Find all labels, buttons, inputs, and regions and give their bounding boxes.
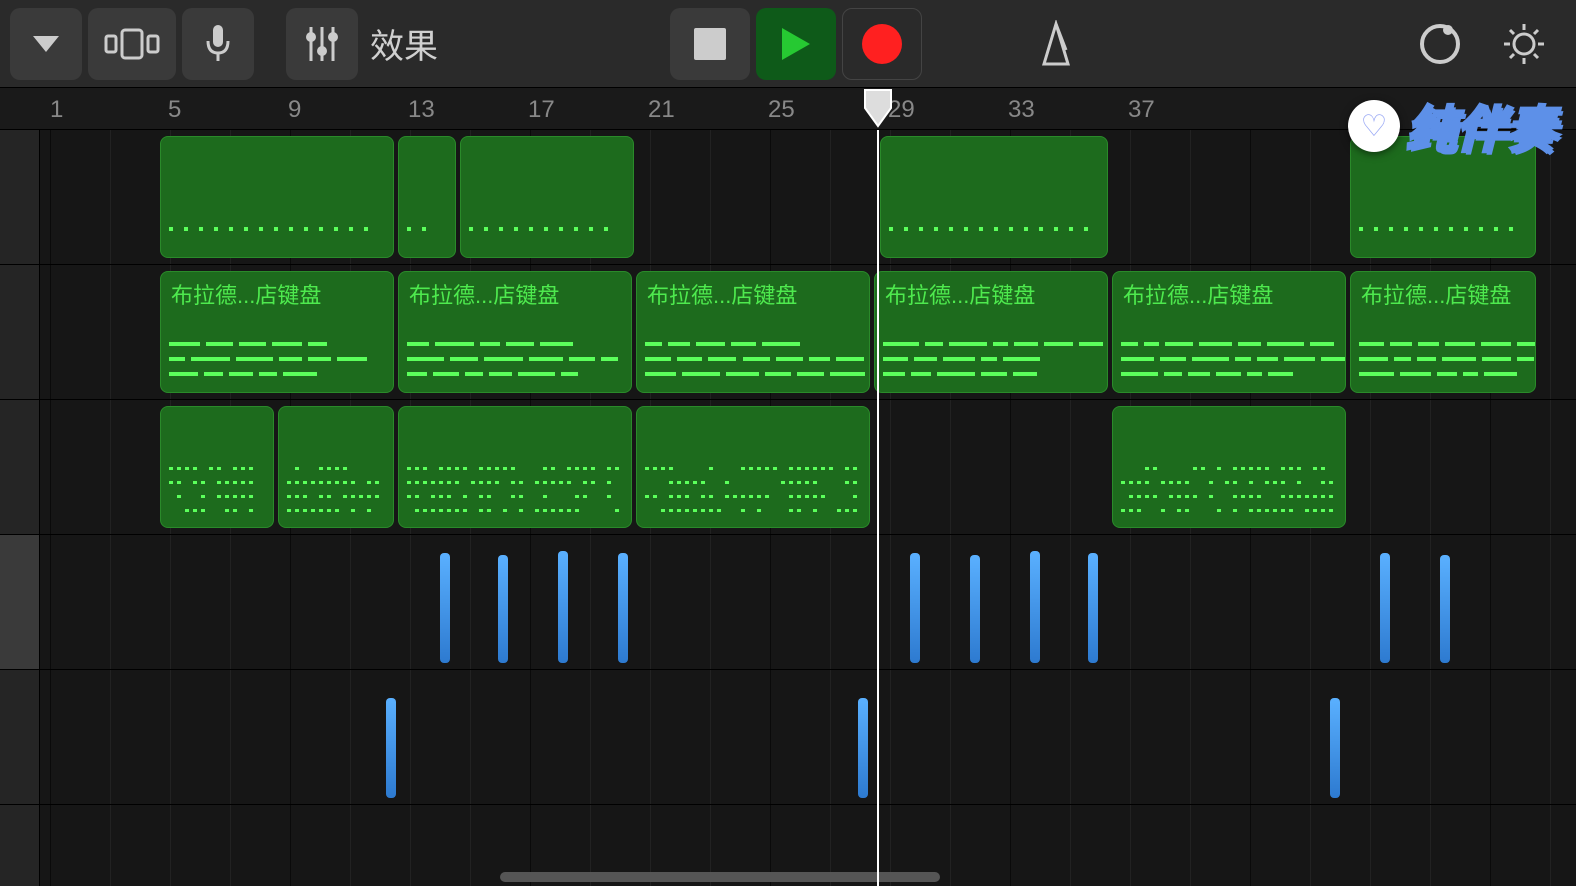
track-header[interactable] <box>0 535 39 670</box>
midi-region[interactable] <box>160 136 394 258</box>
ruler-tick: 9 <box>288 96 301 124</box>
audio-event[interactable] <box>1030 551 1040 663</box>
midi-region[interactable]: 布拉德...店键盘 <box>874 271 1108 393</box>
tracks-canvas[interactable]: 布拉德...店键盘布拉德...店键盘布拉德...店键盘布拉德...店键盘布拉德.… <box>40 130 1576 886</box>
play-button[interactable] <box>756 8 836 80</box>
region-label: 布拉德...店键盘 <box>637 272 869 316</box>
watermark-overlay: ♡ 纯伴奏 <box>1348 90 1556 162</box>
ruler-tick: 33 <box>1008 96 1035 124</box>
mixer-button[interactable] <box>286 8 358 80</box>
ruler-tick: 25 <box>768 96 795 124</box>
audio-event[interactable] <box>1088 553 1098 663</box>
record-button[interactable] <box>842 8 922 80</box>
audio-event[interactable] <box>910 553 920 663</box>
audio-event[interactable] <box>1380 553 1390 663</box>
audio-event[interactable] <box>498 555 508 663</box>
track-header[interactable] <box>0 130 39 265</box>
audio-event[interactable] <box>858 698 868 798</box>
loop-button[interactable] <box>1418 22 1462 66</box>
track-row[interactable]: 布拉德...店键盘布拉德...店键盘布拉德...店键盘布拉德...店键盘布拉德.… <box>40 265 1576 400</box>
track-row[interactable] <box>40 130 1576 265</box>
midi-region[interactable]: 布拉德...店键盘 <box>1350 271 1536 393</box>
stop-button[interactable] <box>670 8 750 80</box>
track-header[interactable] <box>0 265 39 400</box>
audio-event[interactable] <box>440 553 450 663</box>
midi-region[interactable] <box>398 406 632 528</box>
midi-region[interactable] <box>460 136 634 258</box>
heart-icon: ♡ <box>1348 100 1400 152</box>
audio-event[interactable] <box>1440 555 1450 663</box>
audio-event[interactable] <box>970 555 980 663</box>
region-label: 布拉德...店键盘 <box>399 272 631 316</box>
region-label: 布拉德...店键盘 <box>875 272 1107 316</box>
track-headers <box>0 130 40 886</box>
timeline-ruler[interactable]: 15913172125293337 <box>0 88 1576 130</box>
audio-event[interactable] <box>558 551 568 663</box>
horizontal-scrollbar[interactable] <box>500 872 940 882</box>
ruler-tick: 37 <box>1128 96 1155 124</box>
effects-label[interactable]: 效果 <box>370 19 438 68</box>
midi-region[interactable] <box>1112 406 1346 528</box>
midi-region[interactable]: 布拉德...店键盘 <box>1112 271 1346 393</box>
ruler-tick: 13 <box>408 96 435 124</box>
ruler-tick: 17 <box>528 96 555 124</box>
transport-controls <box>670 8 922 80</box>
ruler-tick: 1 <box>50 96 63 124</box>
midi-region[interactable] <box>880 136 1108 258</box>
track-header[interactable] <box>0 400 39 535</box>
region-label: 布拉德...店键盘 <box>1351 272 1535 316</box>
region-label: 布拉德...店键盘 <box>1113 272 1345 316</box>
midi-region[interactable]: 布拉德...店键盘 <box>398 271 632 393</box>
metronome-button[interactable] <box>1034 20 1078 68</box>
region-label: 布拉德...店键盘 <box>161 272 393 316</box>
track-row[interactable] <box>40 400 1576 535</box>
watermark-text: 纯伴奏 <box>1406 90 1556 162</box>
view-menu-button[interactable] <box>10 8 82 80</box>
ruler-tick: 21 <box>648 96 675 124</box>
midi-region[interactable] <box>278 406 394 528</box>
midi-region[interactable] <box>636 406 870 528</box>
settings-button[interactable] <box>1502 22 1546 66</box>
midi-region[interactable]: 布拉德...店键盘 <box>636 271 870 393</box>
track-row[interactable] <box>40 670 1576 805</box>
audio-event[interactable] <box>1330 698 1340 798</box>
playhead[interactable] <box>877 130 879 886</box>
track-row[interactable] <box>40 535 1576 670</box>
midi-region[interactable]: 布拉德...店键盘 <box>160 271 394 393</box>
microphone-button[interactable] <box>182 8 254 80</box>
midi-region[interactable] <box>160 406 274 528</box>
tracks-area: 布拉德...店键盘布拉德...店键盘布拉德...店键盘布拉德...店键盘布拉德.… <box>0 130 1576 886</box>
audio-event[interactable] <box>618 553 628 663</box>
track-header[interactable] <box>0 670 39 805</box>
playhead-handle-icon[interactable] <box>863 88 893 118</box>
toolbar: 效果 <box>0 0 1576 88</box>
audio-event[interactable] <box>386 698 396 798</box>
track-view-button[interactable] <box>88 8 176 80</box>
midi-region[interactable] <box>398 136 456 258</box>
ruler-tick: 5 <box>168 96 181 124</box>
